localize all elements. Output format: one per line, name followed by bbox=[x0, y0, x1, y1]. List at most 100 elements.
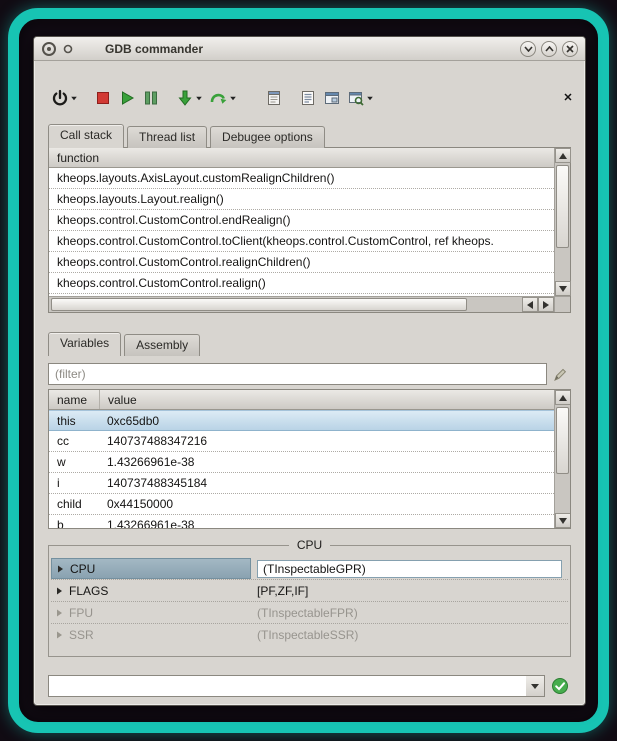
tab-debugee-options[interactable]: Debugee options bbox=[210, 126, 325, 148]
command-input[interactable] bbox=[49, 676, 526, 696]
variables-table: name value this 0xc65db0 cc 140737488347… bbox=[48, 389, 571, 529]
variables-header: name value bbox=[49, 390, 554, 410]
curved-arrow-icon bbox=[209, 89, 228, 107]
tab-thread-list[interactable]: Thread list bbox=[127, 126, 207, 148]
column-header-name[interactable]: name bbox=[49, 390, 99, 409]
document-button[interactable] bbox=[263, 85, 285, 111]
cpu-row[interactable]: FPU (TInspectableFPR) bbox=[51, 602, 568, 624]
pin-icon[interactable] bbox=[63, 44, 73, 54]
scrollbar-handle[interactable] bbox=[556, 165, 569, 248]
cpu-row-name-selected[interactable]: CPU bbox=[51, 558, 251, 579]
app-icon[interactable] bbox=[41, 41, 57, 57]
expander-icon[interactable] bbox=[55, 587, 63, 595]
chevron-down-icon bbox=[367, 96, 373, 100]
arrow-down-icon bbox=[176, 89, 194, 107]
scroll-right-button[interactable] bbox=[538, 297, 554, 312]
scrollbar-handle[interactable] bbox=[556, 407, 569, 474]
callstack-rows: kheops.layouts.AxisLayout.customRealignC… bbox=[49, 168, 554, 296]
arrow-right-icon bbox=[543, 301, 549, 309]
scrollbar-track[interactable] bbox=[555, 163, 570, 281]
filter-input[interactable] bbox=[48, 363, 547, 385]
expander-icon[interactable] bbox=[55, 631, 63, 639]
arrow-down-icon bbox=[559, 518, 567, 524]
dock-close-button[interactable]: ✕ bbox=[561, 91, 575, 105]
variables-vertical-scrollbar[interactable] bbox=[554, 390, 570, 528]
scroll-left-button[interactable] bbox=[522, 297, 538, 312]
table-row[interactable]: child 0x44150000 bbox=[49, 494, 554, 515]
variables-rows: this 0xc65db0 cc 140737488347216 w 1.432… bbox=[49, 410, 554, 528]
table-row-selected[interactable]: this 0xc65db0 bbox=[49, 410, 554, 431]
expander-icon[interactable] bbox=[55, 609, 63, 617]
window-button[interactable] bbox=[321, 85, 343, 111]
tab-call-stack[interactable]: Call stack bbox=[48, 124, 124, 148]
filter-row bbox=[48, 363, 571, 385]
tab-assembly[interactable]: Assembly bbox=[124, 334, 200, 356]
scrollbar-track[interactable] bbox=[49, 297, 522, 312]
column-header-function[interactable]: function bbox=[49, 148, 107, 167]
callstack-header: function bbox=[49, 148, 554, 168]
table-row[interactable]: kheops.control.CustomControl.toClient(kh… bbox=[49, 231, 554, 252]
scroll-up-button[interactable] bbox=[555, 390, 571, 405]
table-row[interactable]: kheops.control.CustomControl.realign() bbox=[49, 273, 554, 294]
list-button[interactable] bbox=[297, 85, 319, 111]
scrollbar-track[interactable] bbox=[555, 405, 570, 513]
window-body: ✕ bbox=[34, 83, 585, 727]
tab-variables[interactable]: Variables bbox=[48, 332, 121, 356]
command-combobox[interactable] bbox=[48, 675, 545, 697]
table-row[interactable]: b 1.43266961e-38 bbox=[49, 515, 554, 528]
splitter[interactable] bbox=[48, 313, 571, 319]
scroll-down-button[interactable] bbox=[555, 513, 571, 528]
power-button[interactable] bbox=[49, 85, 80, 111]
cpu-row-value: (TInspectableSSR) bbox=[251, 624, 568, 646]
table-row[interactable]: kheops.control.CustomControl.realignChil… bbox=[49, 252, 554, 273]
window-icon bbox=[323, 89, 341, 107]
titlebar[interactable]: GDB commander bbox=[34, 37, 585, 61]
document-icon bbox=[265, 89, 283, 107]
table-row[interactable]: cc 140737488347216 bbox=[49, 431, 554, 452]
debug-toolbar bbox=[48, 83, 571, 111]
arrow-down-icon bbox=[559, 286, 567, 292]
scrollbar-corner bbox=[554, 296, 570, 312]
chevron-down-icon bbox=[524, 46, 533, 52]
table-row[interactable]: kheops.layouts.AxisLayout.customRealignC… bbox=[49, 168, 554, 189]
cpu-value-editor[interactable]: (TInspectableGPR) bbox=[257, 560, 562, 578]
chevron-down-icon bbox=[230, 96, 236, 100]
callstack-vertical-scrollbar[interactable] bbox=[554, 148, 570, 296]
table-row[interactable]: kheops.control.CustomControl.endRealign(… bbox=[49, 210, 554, 231]
arrow-up-icon bbox=[559, 395, 567, 401]
cpu-row[interactable]: SSR (TInspectableSSR) bbox=[51, 624, 568, 646]
maximize-button[interactable] bbox=[541, 41, 557, 57]
scrollbar-handle[interactable] bbox=[51, 298, 467, 311]
run-button[interactable] bbox=[116, 85, 138, 111]
window-search-button[interactable] bbox=[345, 85, 376, 111]
chevron-down-icon bbox=[531, 684, 539, 689]
scroll-down-button[interactable] bbox=[555, 281, 571, 296]
step-over-button[interactable] bbox=[207, 85, 239, 111]
combobox-dropdown-button[interactable] bbox=[526, 676, 544, 696]
window-search-icon bbox=[347, 89, 365, 107]
close-button[interactable] bbox=[562, 41, 578, 57]
pause-button[interactable] bbox=[140, 85, 162, 111]
table-row[interactable]: i 140737488345184 bbox=[49, 473, 554, 494]
chevron-down-icon bbox=[71, 96, 77, 100]
cpu-row[interactable]: FLAGS [PF,ZF,IF] bbox=[51, 580, 568, 602]
cpu-row-value: (TInspectableFPR) bbox=[251, 602, 568, 623]
table-row[interactable]: w 1.43266961e-38 bbox=[49, 452, 554, 473]
stop-icon bbox=[94, 89, 112, 107]
list-icon bbox=[299, 89, 317, 107]
stop-button[interactable] bbox=[92, 85, 114, 111]
send-command-button[interactable] bbox=[549, 675, 571, 697]
step-in-button[interactable] bbox=[174, 85, 205, 111]
gdb-commander-window: GDB commander ✕ bbox=[33, 36, 586, 706]
edit-filter-button[interactable] bbox=[549, 363, 571, 385]
cpu-row[interactable]: CPU (TInspectableGPR) bbox=[51, 558, 568, 580]
shade-button[interactable] bbox=[520, 41, 536, 57]
table-row[interactable]: kheops.layouts.Layout.realign() bbox=[49, 189, 554, 210]
expander-icon[interactable] bbox=[56, 565, 64, 573]
callstack-tabbar: Call stack Thread list Debugee options bbox=[48, 121, 571, 147]
chevron-down-icon bbox=[196, 96, 202, 100]
column-header-value[interactable]: value bbox=[99, 390, 554, 409]
callstack-horizontal-scrollbar[interactable] bbox=[49, 296, 554, 312]
check-circle-icon bbox=[551, 677, 569, 695]
scroll-up-button[interactable] bbox=[555, 148, 571, 163]
